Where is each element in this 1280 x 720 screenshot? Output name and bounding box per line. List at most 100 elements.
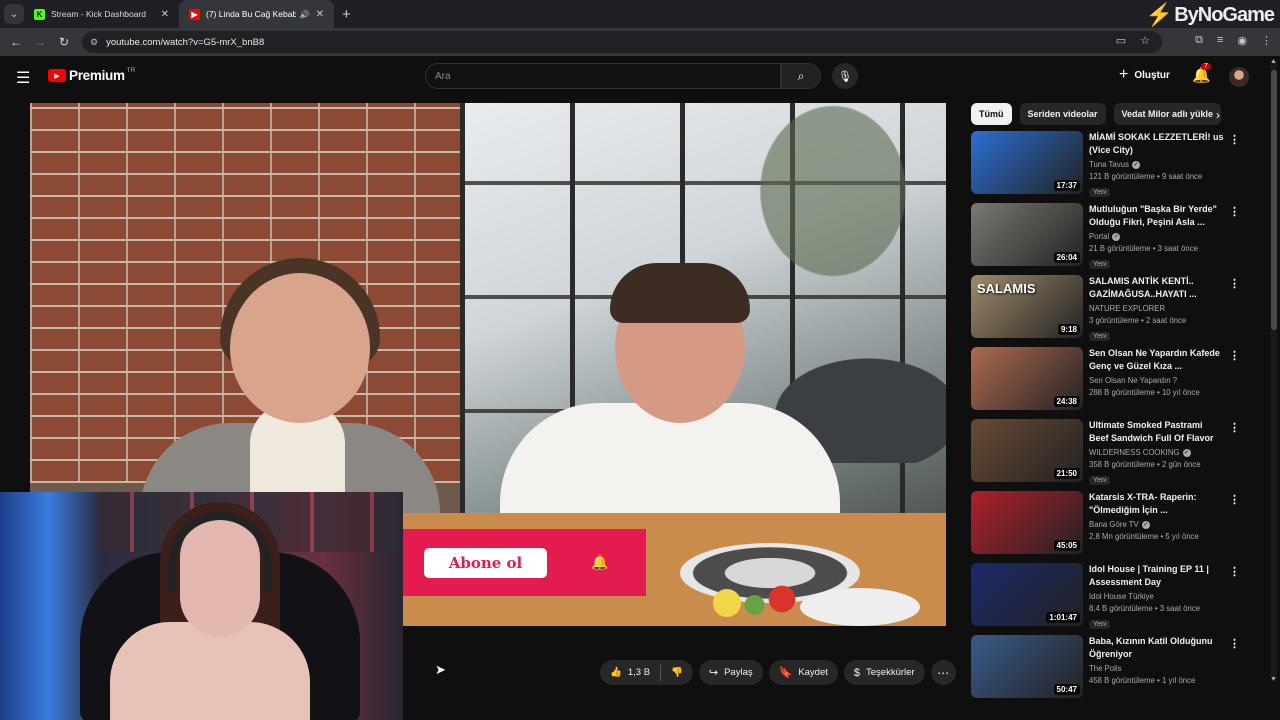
recommendation-item[interactable]: 17:37 MİAMİ SOKAK LEZZETLERİ! us (Vice Ci… <box>971 131 1246 203</box>
bynogame-mark-icon: ⚡ <box>1145 2 1173 27</box>
speaker-icon[interactable]: 🔊 <box>300 10 310 19</box>
video-title[interactable]: SALAMIS ANTİK KENTİ.. GAZİMAĞUSA..HAYATI… <box>1089 275 1224 301</box>
bookmark-star-icon[interactable]: ☆ <box>1140 34 1150 47</box>
browser-tab-kick[interactable]: K Stream - Kick Dashboard ✕ <box>24 0 179 28</box>
bell-icon[interactable]: 🔔 <box>591 554 608 571</box>
video-title[interactable]: Baba, Kızının Katil Olduğunu Öğreniyor <box>1089 635 1224 661</box>
video-actions: 👍 1,3 B 👎 ↪ Paylaş 🔖 Kaydet $ Teşekkürle… <box>600 660 956 685</box>
search-input[interactable]: Ara <box>425 63 781 89</box>
video-thumbnail[interactable]: SALAMIS 9:18 <box>971 275 1083 338</box>
thanks-button[interactable]: $ Teşekkürler <box>843 660 925 685</box>
youtube-icon: ▶ <box>189 8 200 20</box>
video-title[interactable]: Sen Olsan Ne Yapardın Kafede Genç ve Güz… <box>1089 347 1224 373</box>
video-title[interactable]: Ultimate Smoked Pastrami Beef Sandwich F… <box>1089 419 1224 445</box>
extensions-icon[interactable]: ⧉ <box>1195 34 1203 47</box>
voice-search-button[interactable]: 🎙 <box>832 63 858 89</box>
channel-name[interactable]: The Polis <box>1089 664 1122 673</box>
new-badge: Yeni <box>1089 260 1111 269</box>
video-meta: 458 B görüntüleme • 1 yıl önce <box>1089 676 1196 685</box>
video-thumbnail[interactable]: 50:47 <box>971 635 1083 698</box>
more-options-icon[interactable]: ⋮ <box>1229 637 1240 650</box>
more-options-icon[interactable]: ⋮ <box>1229 277 1240 290</box>
video-thumbnail[interactable]: 24:38 <box>971 347 1083 410</box>
video-title[interactable]: Katarsis X-TRA- Raperin: "Ölmediğim İçin… <box>1089 491 1224 517</box>
cast-icon[interactable]: ▭ <box>1116 34 1126 47</box>
forward-icon[interactable]: → <box>28 35 52 49</box>
channel-name[interactable]: NATURE EXPLORER <box>1089 304 1165 313</box>
tab-search-button[interactable]: ⌄ <box>4 4 24 24</box>
profile-icon[interactable]: ◉ <box>1237 34 1247 47</box>
new-badge: Yeni <box>1089 476 1111 485</box>
channel-name[interactable]: Portal <box>1089 232 1109 241</box>
browser-tab-youtube[interactable]: ▶ (7) Linda Bu Cağ Kebaba Ba 🔊 ✕ <box>179 0 334 28</box>
video-thumbnail[interactable]: 21:50 <box>971 419 1083 482</box>
more-options-icon[interactable]: ⋮ <box>1229 493 1240 506</box>
video-thumbnail[interactable]: 45:05 <box>971 491 1083 554</box>
video-thumbnail[interactable]: 1:01:47 <box>971 563 1083 626</box>
notifications-button[interactable]: 🔔 7 <box>1192 63 1211 84</box>
channel-name[interactable]: Bana Göre TV <box>1089 520 1139 529</box>
video-meta: 121 B görüntüleme • 9 saat önce <box>1089 172 1203 181</box>
recommendation-item[interactable]: 24:38 Sen Olsan Ne Yapardın Kafede Genç v… <box>971 347 1246 419</box>
more-options-icon[interactable]: ⋮ <box>1229 421 1240 434</box>
channel-name[interactable]: Sen Olsan Ne Yapardın ? <box>1089 376 1177 385</box>
share-button[interactable]: ↪ Paylaş <box>698 660 763 685</box>
new-tab-button[interactable]: + <box>342 6 351 23</box>
recommendation-item[interactable]: 26:04 Mutluluğun "Başka Bir Yerde" Olduğu… <box>971 203 1246 275</box>
recommendation-item[interactable]: 45:05 Katarsis X-TRA- Raperin: "Ölmediğim… <box>971 491 1246 563</box>
subscribe-button[interactable]: Abone ol <box>424 547 547 578</box>
recommendation-item[interactable]: 21:50 Ultimate Smoked Pastrami Beef Sandw… <box>971 419 1246 491</box>
recommendation-item[interactable]: 50:47 Baba, Kızının Katil Olduğunu Öğreni… <box>971 635 1246 707</box>
chip-all[interactable]: Tümü <box>971 103 1012 125</box>
more-options-icon[interactable]: ⋮ <box>1229 349 1240 362</box>
create-button[interactable]: + Oluştur <box>1119 66 1170 84</box>
close-tab-icon[interactable]: ✕ <box>316 9 324 20</box>
plate <box>800 588 920 626</box>
channel-name[interactable]: WILDERNESS COOKING <box>1089 448 1180 457</box>
browser-menu-icon[interactable]: ⋮ <box>1261 34 1272 47</box>
menu-icon[interactable]: ☰ <box>16 68 30 88</box>
recommendation-item[interactable]: 1:01:47 Idol House | Training EP 11 | Ass… <box>971 563 1246 635</box>
channel-name[interactable]: Idol House Türkiye <box>1089 592 1154 601</box>
chip-series[interactable]: Seriden videolar <box>1019 103 1106 125</box>
more-options-icon[interactable]: ⋮ <box>1229 133 1240 146</box>
chevron-right-icon[interactable]: › <box>1216 108 1220 122</box>
reload-icon[interactable]: ↻ <box>52 35 76 49</box>
like-button[interactable]: 👍 1,3 B <box>600 667 660 678</box>
search-button[interactable]: ⌕ <box>781 63 821 89</box>
more-actions-button[interactable]: ⋯ <box>930 660 956 685</box>
avatar[interactable] <box>1229 67 1249 87</box>
scroll-down-icon[interactable]: ▼ <box>1270 676 1277 683</box>
video-thumbnail[interactable]: 17:37 <box>971 131 1083 194</box>
close-tab-icon[interactable]: ✕ <box>161 9 169 20</box>
subscribe-overlay: Abone ol 🔔 <box>403 529 646 596</box>
filter-chips: Tümü Seriden videolar Vedat Milor adlı y… <box>971 103 1231 125</box>
scroll-up-icon[interactable]: ▲ <box>1270 58 1277 65</box>
channel-name[interactable]: Tuna Tavus <box>1089 160 1129 169</box>
streamer-body <box>110 622 310 720</box>
bynogame-logo: ⚡ ByNoGame <box>1145 2 1275 28</box>
more-options-icon[interactable]: ⋮ <box>1229 565 1240 578</box>
video-title[interactable]: MİAMİ SOKAK LEZZETLERİ! us (Vice City) <box>1089 131 1224 157</box>
dislike-button[interactable]: 👎 <box>661 667 693 678</box>
channel-name-row: Tuna Tavus ✓ <box>1089 160 1224 169</box>
video-thumbnail[interactable]: 26:04 <box>971 203 1083 266</box>
bookmark-icon: 🔖 <box>778 667 793 679</box>
save-button[interactable]: 🔖 Kaydet <box>768 660 838 685</box>
new-badge: Yeni <box>1089 620 1111 629</box>
logo-text: Premium <box>69 68 125 83</box>
chip-uploader[interactable]: Vedat Milor adlı yükle <box>1113 103 1222 125</box>
back-icon[interactable]: ← <box>4 35 28 49</box>
url-field[interactable]: ⚙ youtube.com/watch?v=G5-mrX_bnB8 <box>82 31 1162 53</box>
more-options-icon[interactable]: ⋮ <box>1229 205 1240 218</box>
page-scrollbar[interactable] <box>1271 60 1277 680</box>
video-title[interactable]: Idol House | Training EP 11 | Assessment… <box>1089 563 1224 589</box>
recommendation-item[interactable]: SALAMIS 9:18 SALAMIS ANTİK KENTİ.. GAZİMAĞ… <box>971 275 1246 347</box>
video-title[interactable]: Mutluluğun "Başka Bir Yerde" Olduğu Fikr… <box>1089 203 1224 229</box>
new-badge: Yeni <box>1089 332 1111 341</box>
media-icon[interactable]: ≡ <box>1217 34 1223 47</box>
video-duration: 21:50 <box>1053 468 1080 479</box>
like-count: 1,3 B <box>627 667 651 678</box>
site-info-icon[interactable]: ⚙ <box>90 37 98 48</box>
youtube-logo[interactable]: ▶ Premium TR <box>48 67 135 83</box>
